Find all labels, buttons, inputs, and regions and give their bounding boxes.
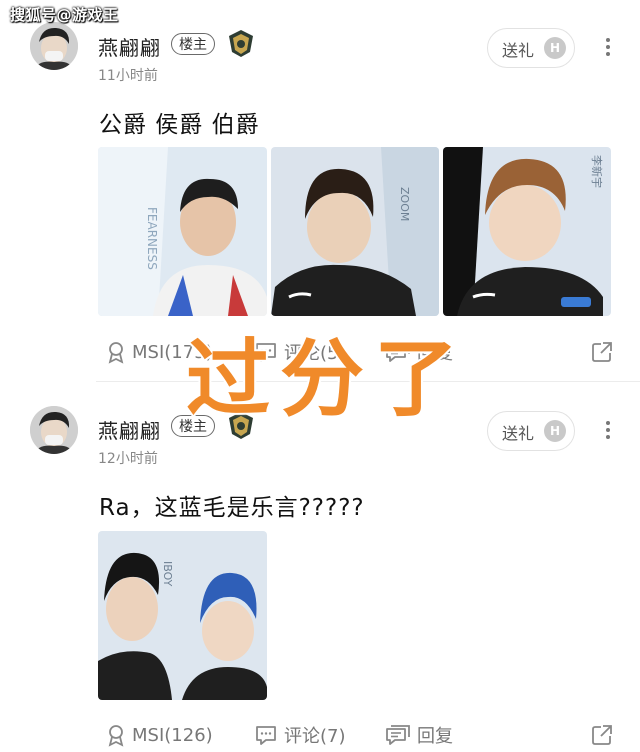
comment-count: 评论(7) xyxy=(284,726,346,747)
share-icon[interactable] xyxy=(590,340,614,364)
username[interactable]: 燕翩翩 xyxy=(98,415,161,444)
share-icon[interactable] xyxy=(590,723,614,747)
post-content: Ra，这蓝毛是乐言????? xyxy=(99,495,365,521)
post-image[interactable]: FEARNESS xyxy=(98,147,267,316)
reply-action[interactable]: 回复 xyxy=(385,718,453,752)
more-options-icon[interactable] xyxy=(598,419,618,441)
host-badge: 楼主 xyxy=(171,33,215,55)
photo-side-text: ZOOM xyxy=(398,187,411,221)
photo-side-text: IBOY xyxy=(161,561,174,587)
msi-action[interactable]: MSI(126) xyxy=(106,718,213,752)
username[interactable]: 燕翩翩 xyxy=(98,32,161,61)
avatar[interactable] xyxy=(30,22,78,70)
gift-button[interactable]: 送礼 H xyxy=(487,411,575,451)
post-content: 公爵 侯爵 伯爵 xyxy=(99,112,260,138)
reply-label: 回复 xyxy=(417,726,453,747)
photo-side-text: 李新宇 xyxy=(590,155,604,188)
msi-count: MSI(126) xyxy=(132,724,213,746)
medal-icon xyxy=(108,342,124,364)
post-image[interactable]: ZOOM xyxy=(271,147,439,316)
post-image[interactable]: 李新宇 xyxy=(443,147,611,316)
comment-icon xyxy=(256,726,276,745)
post-image[interactable]: IBOY xyxy=(98,531,267,700)
avatar[interactable] xyxy=(30,406,78,454)
comment-action[interactable]: 评论(7) xyxy=(254,718,346,752)
post-time: 12小时前 xyxy=(98,451,158,467)
more-options-icon[interactable] xyxy=(598,36,618,58)
medal-icon xyxy=(108,725,124,747)
watermark: 搜狐号@游戏王 xyxy=(10,6,119,24)
reply-icon xyxy=(386,725,410,745)
rank-emblem-icon xyxy=(229,30,253,57)
post-2: 燕翩翩 楼主 12小时前 送礼 H Ra，这蓝毛是乐言????? IBOY MS… xyxy=(0,385,640,752)
gift-label: 送礼 xyxy=(502,424,535,443)
gift-button[interactable]: 送礼 H xyxy=(487,28,575,68)
gift-label: 送礼 xyxy=(502,41,535,60)
photo-side-text: FEARNESS xyxy=(145,207,159,270)
overlay-caption: 过分了 xyxy=(184,328,469,430)
action-bar: MSI(126) 评论(7) 回复 xyxy=(0,718,640,752)
gift-h-icon: H xyxy=(544,37,566,59)
post-time: 11小时前 xyxy=(98,68,158,84)
gift-h-icon: H xyxy=(544,420,566,442)
